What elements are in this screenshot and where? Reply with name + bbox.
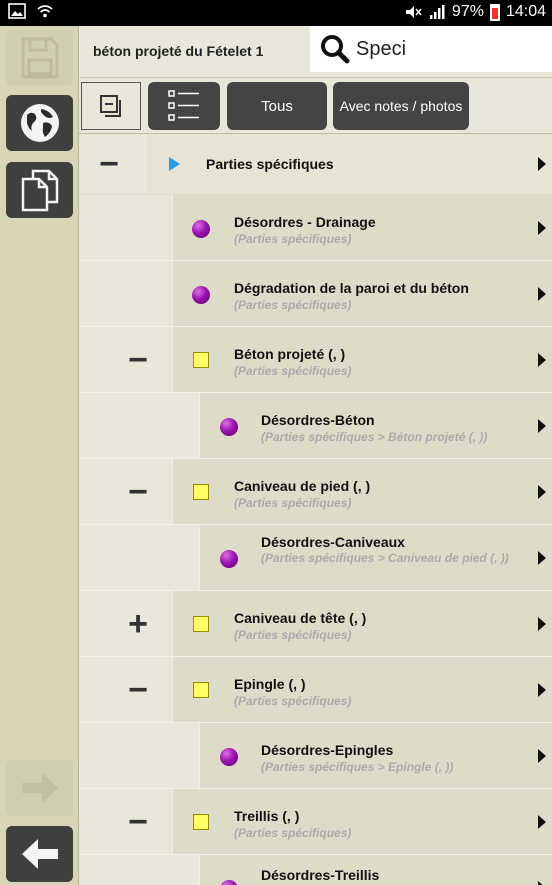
- globe-icon: [20, 104, 59, 142]
- chevron-right-icon[interactable]: [538, 815, 546, 829]
- triangle-icon: [169, 157, 180, 171]
- component-square-icon: [193, 814, 209, 830]
- filter-all-button[interactable]: Tous: [227, 82, 327, 130]
- chevron-right-icon[interactable]: [538, 551, 546, 565]
- row-label: Béton projeté (, ): [234, 346, 346, 362]
- defect-dot-icon: [192, 286, 210, 304]
- row-label: Désordres-Béton: [261, 412, 375, 428]
- tree-row-component[interactable]: − Epingle (, ) (Parties spécifiques): [79, 657, 552, 723]
- tree-list: − Parties spécifiques Désordres - Draina…: [79, 134, 552, 885]
- component-square-icon: [193, 616, 209, 632]
- row-label: Caniveau de pied (, ): [234, 478, 371, 494]
- chevron-right-icon[interactable]: [538, 221, 546, 235]
- toolbar: Tous Avec notes / photos: [79, 78, 552, 134]
- search-input[interactable]: Speci: [356, 38, 406, 61]
- tree-cell: [172, 327, 552, 392]
- chevron-right-icon[interactable]: [538, 287, 546, 301]
- map-button[interactable]: [6, 95, 73, 151]
- tree-row-component[interactable]: − Treillis (, ) (Parties spécifiques): [79, 789, 552, 855]
- clock: 14:04: [505, 3, 546, 20]
- arrow-right-icon: [21, 773, 58, 803]
- row-path: (Parties spécifiques): [234, 232, 352, 246]
- defect-dot-icon: [220, 418, 238, 436]
- collapse-all-button[interactable]: [81, 82, 141, 130]
- chevron-right-icon[interactable]: [538, 419, 546, 433]
- status-bar: 97% 14:04: [0, 0, 552, 26]
- chevron-right-icon[interactable]: [538, 749, 546, 763]
- collapse-toggle[interactable]: −: [123, 673, 153, 707]
- collapse-icon: [100, 95, 121, 117]
- row-label: Désordres-Treillis: [261, 867, 380, 883]
- row-label: Treillis (, ): [234, 808, 300, 824]
- collapse-toggle[interactable]: −: [123, 343, 153, 377]
- row-label: Dégradation de la paroi et du béton: [234, 280, 469, 296]
- row-path: (Parties spécifiques): [234, 298, 352, 312]
- chevron-right-icon[interactable]: [538, 157, 546, 171]
- row-label: Désordres - Drainage: [234, 214, 376, 230]
- chevron-right-icon[interactable]: [538, 485, 546, 499]
- signal-icon: [429, 5, 445, 19]
- component-square-icon: [193, 352, 209, 368]
- tree-row-defect[interactable]: Désordres-Treillis: [79, 855, 552, 885]
- chevron-right-icon[interactable]: [538, 881, 546, 885]
- copy-icon: [21, 169, 58, 212]
- row-path: (Parties spécifiques > Caniveau de pied …: [261, 551, 509, 565]
- row-label: Désordres-Caniveaux: [261, 534, 405, 550]
- battery-icon: [489, 3, 500, 21]
- image-notification-icon: [8, 3, 26, 19]
- row-path: (Parties spécifiques > Béton projeté (, …: [261, 430, 488, 444]
- chevron-right-icon[interactable]: [538, 617, 546, 631]
- row-label: Désordres-Epingles: [261, 742, 394, 758]
- copy-button[interactable]: [6, 162, 73, 218]
- row-path: (Parties spécifiques): [234, 826, 352, 840]
- tree-row-defect[interactable]: Désordres-Béton (Parties spécifiques > B…: [79, 393, 552, 459]
- search-icon: [321, 35, 350, 64]
- page-title: béton projeté du Fételet 1: [93, 43, 264, 59]
- list-icon: [168, 90, 199, 121]
- collapse-toggle[interactable]: −: [123, 475, 153, 509]
- back-button[interactable]: [6, 826, 73, 882]
- tree-row-component[interactable]: + Caniveau de tête (, ) (Parties spécifi…: [79, 591, 552, 657]
- row-path: (Parties spécifiques): [234, 694, 352, 708]
- defect-dot-icon: [192, 220, 210, 238]
- collapse-toggle[interactable]: −: [94, 147, 124, 181]
- search-box[interactable]: Speci: [310, 26, 552, 72]
- component-square-icon: [193, 682, 209, 698]
- row-label: Parties spécifiques: [206, 156, 334, 172]
- row-label: Caniveau de tête (, ): [234, 610, 367, 626]
- tree-cell: [199, 393, 552, 458]
- tree-row-component[interactable]: − Caniveau de pied (, ) (Parties spécifi…: [79, 459, 552, 525]
- tree-row-defect[interactable]: Dégradation de la paroi et du béton (Par…: [79, 261, 552, 327]
- left-rail: [0, 26, 79, 885]
- save-button[interactable]: [6, 30, 73, 86]
- tree-row-defect[interactable]: Désordres-Epingles (Parties spécifiques …: [79, 723, 552, 789]
- component-square-icon: [193, 484, 209, 500]
- next-button[interactable]: [6, 760, 73, 816]
- header: béton projeté du Fételet 1 Speci: [79, 26, 552, 78]
- wifi-icon: [37, 5, 53, 18]
- row-path: (Parties spécifiques): [234, 496, 352, 510]
- row-label: Epingle (, ): [234, 676, 306, 692]
- chevron-right-icon[interactable]: [538, 683, 546, 697]
- list-view-button[interactable]: [148, 82, 220, 130]
- tree-row-root[interactable]: − Parties spécifiques: [79, 134, 552, 195]
- mute-icon: [405, 6, 422, 18]
- row-path: (Parties spécifiques > Epingle (, )): [261, 760, 454, 774]
- chevron-right-icon[interactable]: [538, 353, 546, 367]
- tree-row-defect[interactable]: Désordres-Caniveaux (Parties spécifiques…: [79, 525, 552, 591]
- expand-toggle[interactable]: +: [123, 607, 153, 641]
- battery-percent: 97%: [451, 3, 484, 20]
- save-icon: [21, 37, 58, 79]
- row-path: (Parties spécifiques): [234, 628, 352, 642]
- defect-dot-icon: [220, 748, 238, 766]
- defect-dot-icon: [220, 550, 238, 568]
- tree-cell: [172, 657, 552, 722]
- filter-notes-photos-button[interactable]: Avec notes / photos: [333, 82, 469, 130]
- arrow-left-icon: [21, 839, 58, 869]
- tree-row-component[interactable]: − Béton projeté (, ) (Parties spécifique…: [79, 327, 552, 393]
- tree-cell: [172, 789, 552, 854]
- tree-row-defect[interactable]: Désordres - Drainage (Parties spécifique…: [79, 195, 552, 261]
- collapse-toggle[interactable]: −: [123, 805, 153, 839]
- row-path: (Parties spécifiques): [234, 364, 352, 378]
